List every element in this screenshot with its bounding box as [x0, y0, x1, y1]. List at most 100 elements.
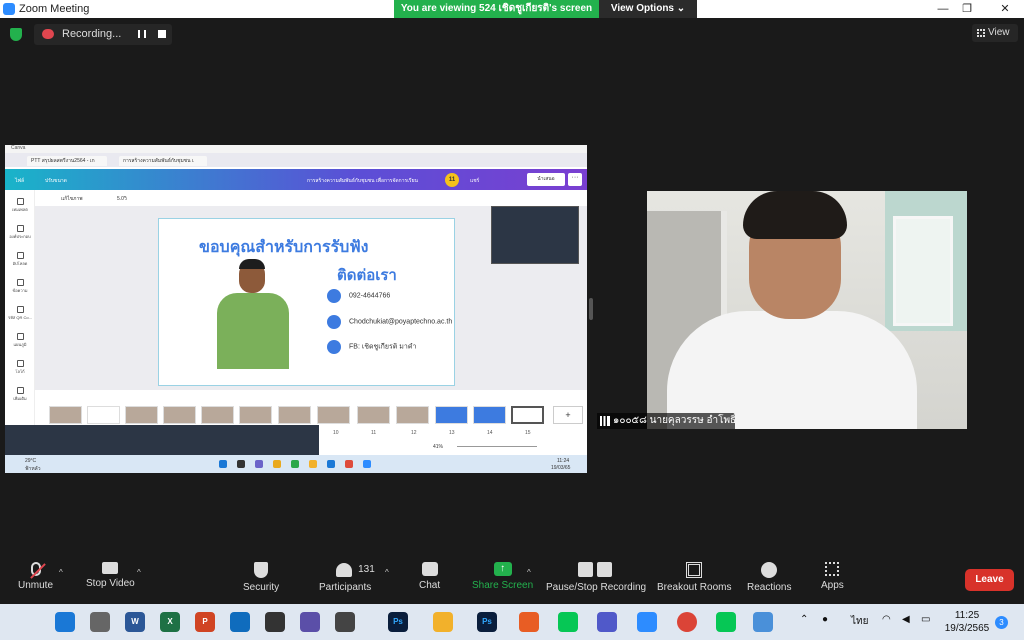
security-label: Security	[243, 582, 280, 593]
presentation-slide[interactable]: ขอบคุณสำหรับการรับฟัง ติดต่อเรา 092-4644…	[158, 218, 455, 386]
mail-icon[interactable]	[230, 612, 250, 632]
canvas-zoom-bar: 10 11 12 13 14 15 41%	[319, 430, 587, 455]
word-icon[interactable]: W	[125, 612, 145, 632]
browser-tab[interactable]: การสร้างความสัมพันธ์กับชุมชน เ	[119, 156, 207, 166]
apps-button[interactable]: Apps	[821, 562, 844, 591]
participant-video[interactable]	[647, 191, 967, 429]
slide-thumbnail[interactable]	[49, 406, 82, 424]
file-explorer-icon[interactable]	[433, 612, 453, 632]
windows-start-icon[interactable]	[55, 612, 75, 632]
teams-icon[interactable]	[597, 612, 617, 632]
zoom-icon[interactable]	[637, 612, 657, 632]
edit-image-button[interactable]: แก้ไขภาพ	[61, 195, 83, 203]
wifi-icon[interactable]: ◠	[882, 614, 891, 625]
reactions-button[interactable]: Reactions	[747, 562, 791, 593]
slide-thumbnail[interactable]	[278, 406, 311, 424]
app-icon[interactable]	[519, 612, 539, 632]
share-options-caret[interactable]: ^	[527, 568, 531, 577]
volume-icon[interactable]: ◀	[902, 614, 910, 625]
slide-thumbnail-selected[interactable]	[511, 406, 544, 424]
stop-video-label: Stop Video	[86, 578, 135, 589]
photoshop-icon[interactable]: Ps	[477, 612, 497, 632]
slide-thumbnail[interactable]	[239, 406, 272, 424]
pause-recording-icon[interactable]	[138, 30, 146, 38]
participants-count: 131	[358, 564, 375, 575]
zoom-slider[interactable]	[457, 446, 537, 447]
share-link[interactable]: แชร์	[470, 177, 479, 185]
sidebar-item[interactable]: เพิ่มเติม	[5, 387, 35, 402]
excel-icon[interactable]: X	[160, 612, 180, 632]
participants-options-caret[interactable]: ^	[385, 568, 389, 577]
participants-button[interactable]: 131 Participants	[319, 562, 375, 593]
system-clock[interactable]: 11:25 19/3/2565	[944, 609, 990, 635]
collaborator-avatar[interactable]: 11	[445, 173, 459, 187]
slide-thumbnail[interactable]	[396, 406, 429, 424]
chat-bubble-icon	[421, 562, 438, 576]
view-options-button[interactable]: View Options ⌄	[599, 0, 697, 18]
input-language[interactable]: ไทย	[851, 614, 868, 629]
security-shield-icon[interactable]	[10, 28, 22, 41]
slide-thumbnail[interactable]	[317, 406, 350, 424]
viewing-screen-banner: You are viewing 524 เชิดชูเกียรติ's scre…	[394, 0, 599, 18]
add-slide-button[interactable]: +	[553, 406, 583, 424]
document-title[interactable]: การสร้างความสัมพันธ์กับชุมชน เพื่อการจัด…	[307, 177, 418, 185]
phone-icon	[327, 289, 341, 303]
slide-number: 14	[487, 430, 493, 436]
chat-button[interactable]: Chat	[419, 562, 440, 591]
more-options-icon[interactable]: ···	[568, 173, 582, 186]
line-icon[interactable]	[558, 612, 578, 632]
sidebar-item[interactable]: แผนภูมิ	[5, 333, 35, 348]
split-handle[interactable]	[589, 298, 593, 320]
maximize-button[interactable]: ❐	[952, 1, 982, 17]
zoom-level[interactable]: 41%	[433, 444, 443, 450]
photoshop-icon[interactable]: Ps	[388, 612, 408, 632]
unmute-button[interactable]: Unmute	[18, 562, 53, 591]
app-icon[interactable]	[335, 612, 355, 632]
breakout-rooms-button[interactable]: Breakout Rooms	[657, 562, 731, 593]
slide-thumbnail[interactable]	[201, 406, 234, 424]
sidebar-item[interactable]: รหัส QR Co...	[5, 306, 35, 321]
audio-options-caret[interactable]: ^	[59, 568, 63, 577]
slide-thumbnail[interactable]	[357, 406, 390, 424]
security-button[interactable]: Security	[243, 562, 279, 593]
leave-button[interactable]: Leave	[965, 569, 1014, 591]
app-icon[interactable]	[753, 612, 773, 632]
qr-code-icon[interactable]	[265, 612, 285, 632]
slide-thumbnail[interactable]	[163, 406, 196, 424]
timer-label[interactable]: 5.0วิ	[117, 195, 127, 203]
file-menu[interactable]: ไฟล์	[15, 177, 24, 185]
shared-screen: Canva PTT สรุปผลสตรีงาน2564 - เก การสร้า…	[5, 145, 587, 473]
line-icon[interactable]	[716, 612, 736, 632]
slide-thumbnail[interactable]	[435, 406, 468, 424]
microphone-icon[interactable]: ●	[822, 614, 828, 625]
view-label: View	[988, 27, 1010, 38]
contact-email: Chodchukiat@poyaptechno.ac.th	[327, 315, 452, 329]
tray-chevron-icon[interactable]: ⌃	[800, 614, 808, 625]
app-icon[interactable]	[300, 612, 320, 632]
sidebar-item[interactable]: ข้อความ	[5, 279, 35, 294]
cloud-record-icon	[42, 29, 54, 39]
notification-badge[interactable]: 3	[995, 616, 1008, 629]
resize-menu[interactable]: ปรับขนาด	[45, 177, 67, 185]
battery-icon[interactable]: ▭	[921, 614, 930, 625]
slide-thumbnail[interactable]	[125, 406, 158, 424]
slide-thumbnail[interactable]	[87, 406, 120, 424]
sidebar-item[interactable]: อัปโหลด	[5, 252, 35, 267]
video-options-caret[interactable]: ^	[137, 568, 141, 577]
present-button[interactable]: นำเสนอ	[527, 173, 565, 186]
share-screen-button[interactable]: ↑ Share Screen	[472, 562, 533, 591]
stop-video-button[interactable]: Stop Video	[86, 562, 135, 589]
sidebar-item[interactable]: เทมเพลต	[5, 198, 35, 213]
windows-taskbar: W X P Ps Ps ⌃ ● ไทย ◠ ◀ ▭ 11:25 19/3/256…	[0, 604, 1024, 640]
stop-recording-icon[interactable]	[158, 30, 166, 38]
pause-stop-recording-button[interactable]: Pause/Stop Recording	[546, 562, 646, 593]
sidebar-item[interactable]: องค์ประกอบ	[5, 225, 35, 240]
chrome-icon[interactable]	[677, 612, 697, 632]
slide-thumbnail[interactable]	[473, 406, 506, 424]
powerpoint-icon[interactable]: P	[195, 612, 215, 632]
view-layout-button[interactable]: View	[972, 24, 1018, 42]
browser-tab[interactable]: PTT สรุปผลสตรีงาน2564 - เก	[27, 156, 107, 166]
close-button[interactable]: ✕	[990, 1, 1020, 17]
sidebar-item[interactable]: โลโก้	[5, 360, 35, 375]
task-view-icon[interactable]	[90, 612, 110, 632]
